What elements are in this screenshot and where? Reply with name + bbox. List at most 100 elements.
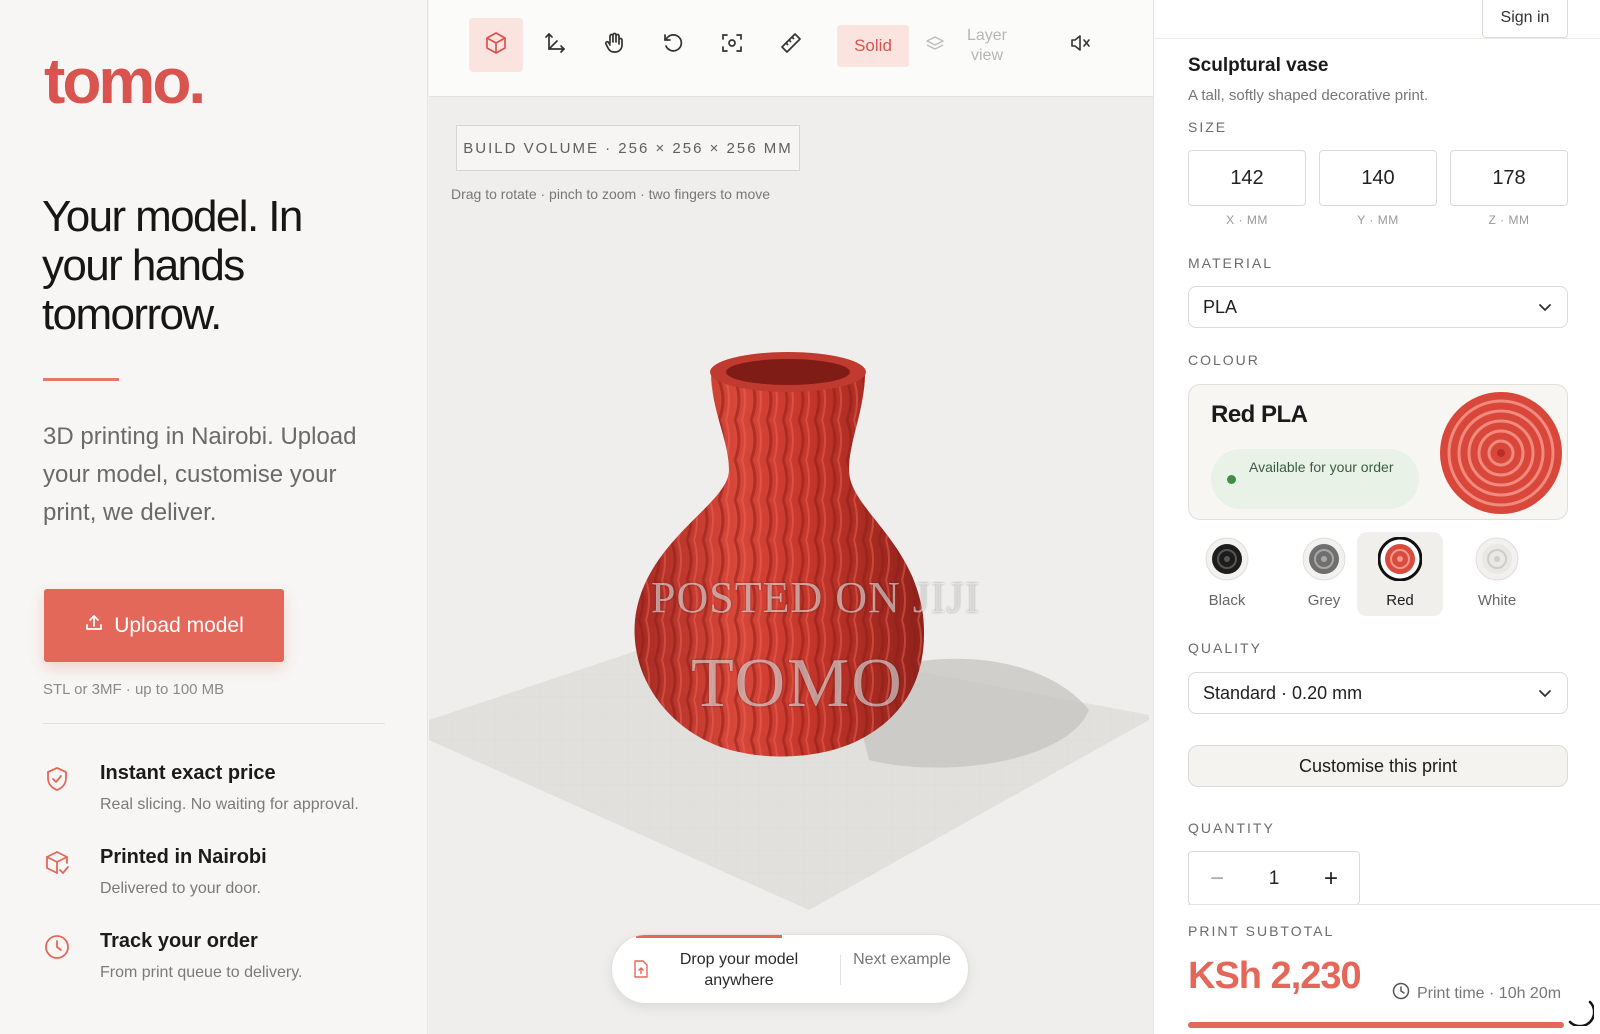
hero-lede: 3D printing in Nairobi. Upload your mode… [43, 423, 357, 526]
divider [1188, 904, 1600, 905]
product-title: Sculptural vase [1188, 55, 1329, 76]
hero-divider [43, 378, 119, 381]
upload-model-button[interactable]: Upload model [44, 589, 284, 662]
focus-icon [720, 31, 744, 60]
swatch-grey-circle [1302, 537, 1346, 581]
customise-print-button[interactable]: Customise this print [1188, 745, 1568, 787]
swatch-black[interactable]: Black [1184, 532, 1270, 616]
quantity-label: QUANTITY [1188, 820, 1275, 836]
quality-value: Standard · 0.20 mm [1203, 682, 1363, 703]
upload-model-label: Upload model [114, 613, 244, 637]
size-y-caption: Y · MM [1357, 213, 1399, 227]
pan-tool-button[interactable] [587, 18, 641, 72]
mute-button[interactable] [1053, 18, 1107, 72]
build-plate-scene[interactable] [429, 300, 1153, 950]
drop-model-label[interactable]: Drop your model anywhere [664, 949, 814, 991]
quantity-increment-button[interactable]: + [1303, 852, 1359, 906]
material-label: MATERIAL [1188, 255, 1273, 271]
colour-card: Red PLA Available for your order [1188, 384, 1568, 520]
order-panel: Sign in Sculptural vase A tall, softly s… [1153, 0, 1600, 1034]
swatch-red[interactable]: Red [1357, 532, 1443, 616]
feature-desc: From print queue to delivery. [100, 964, 303, 981]
feature-desc: Real slicing. No waiting for approval. [100, 796, 359, 813]
size-z-caption: Z · MM [1488, 213, 1530, 227]
size-label: SIZE [1188, 119, 1228, 135]
divider [840, 955, 841, 985]
cube-view-button[interactable] [469, 18, 523, 72]
quantity-decrement-button[interactable]: − [1189, 852, 1245, 906]
filament-spool-image [1440, 392, 1562, 514]
hand-icon [602, 31, 626, 60]
quantity-value[interactable]: 1 [1245, 852, 1303, 906]
size-y-input[interactable]: 140 [1319, 150, 1437, 206]
colour-label: COLOUR [1188, 352, 1260, 368]
feature-title: Instant exact price [100, 762, 276, 784]
quality-select[interactable]: Standard · 0.20 mm [1188, 672, 1568, 714]
shield-check-icon [44, 766, 70, 792]
cube-icon [484, 31, 508, 60]
material-value: PLA [1203, 296, 1238, 317]
swatch-white-circle [1475, 537, 1519, 581]
swatch-white[interactable]: White [1454, 532, 1540, 616]
upload-icon [84, 613, 104, 639]
subtotal-price: KSh 2,230 [1188, 955, 1362, 997]
material-select[interactable]: PLA [1188, 286, 1568, 328]
speaker-muted-icon [1069, 32, 1091, 59]
build-volume-badge: BUILD VOLUME · 256 × 256 × 256 MM [456, 125, 800, 171]
colour-card-title: Red PLA [1211, 401, 1308, 428]
clock-icon [44, 934, 70, 960]
model-viewer[interactable]: Solid Layer view BUILD VOLUME · 256 × 25… [429, 0, 1153, 1034]
subtotal-label: PRINT SUBTOTAL [1188, 923, 1335, 939]
swatch-black-circle [1205, 537, 1249, 581]
status-dot [1227, 475, 1236, 484]
axes-icon [543, 31, 567, 60]
drop-progress [636, 935, 782, 938]
file-icon [634, 960, 648, 983]
size-z-input[interactable]: 178 [1450, 150, 1568, 206]
layer-view-label: Layer view [966, 27, 1008, 64]
swatch-label: Red [1386, 592, 1414, 609]
availability-text: Available for your order [1249, 459, 1394, 475]
clock-icon [1392, 982, 1410, 1005]
size-x-input[interactable]: 142 [1188, 150, 1306, 206]
rotate-icon [661, 31, 685, 60]
drag-hint: Drag to rotate · pinch to zoom · two fin… [451, 186, 771, 202]
hero-heading: Your model. In your hands tomorrow. [42, 192, 303, 339]
loading-spinner-icon [1568, 1000, 1594, 1026]
swatch-red-circle [1378, 537, 1422, 581]
size-x-caption: X · MM [1226, 213, 1268, 227]
upload-hint: STL or 3MF · up to 100 MB [43, 681, 225, 698]
swatch-label: Grey [1307, 592, 1341, 609]
quantity-stepper: − 1 + [1188, 851, 1360, 905]
quality-label: QUALITY [1188, 640, 1262, 656]
package-check-icon [44, 850, 70, 876]
focus-tool-button[interactable] [705, 18, 759, 72]
product-subtitle: A tall, softly shaped decorative print. [1188, 87, 1429, 104]
print-time: Print time · 10h 20m [1392, 982, 1561, 1005]
next-example-button[interactable]: Next example [852, 949, 952, 970]
swatch-grey[interactable]: Grey [1281, 532, 1367, 616]
feature-title: Track your order [100, 930, 258, 952]
sign-in-button[interactable]: Sign in [1482, 0, 1568, 38]
solid-view-button[interactable]: Solid [837, 25, 909, 67]
layer-view-button[interactable]: Layer view [925, 24, 1035, 68]
left-panel: tomo. Your model. In your hands tomorrow… [0, 0, 428, 1034]
ruler-icon [779, 31, 803, 60]
swatch-label: White [1477, 592, 1517, 609]
axes-tool-button[interactable] [528, 18, 582, 72]
rotate-tool-button[interactable] [646, 18, 700, 72]
feature-desc: Delivered to your door. [100, 880, 261, 897]
viewer-toolbar: Solid Layer view [429, 0, 1153, 97]
layers-icon [925, 34, 945, 59]
chevron-down-icon [1537, 685, 1553, 706]
brand-logo[interactable]: tomo. [44, 44, 206, 118]
checkout-progress-bar[interactable] [1188, 1022, 1564, 1028]
feature-title: Printed in Nairobi [100, 846, 267, 868]
left-divider [43, 723, 385, 724]
divider [1154, 38, 1600, 39]
drop-model-bar[interactable]: Drop your model anywhere Next example [611, 934, 969, 1004]
availability-badge: Available for your order [1211, 449, 1419, 509]
chevron-down-icon [1537, 299, 1553, 320]
measure-tool-button[interactable] [764, 18, 818, 72]
print-time-text: Print time · 10h 20m [1417, 984, 1562, 1002]
